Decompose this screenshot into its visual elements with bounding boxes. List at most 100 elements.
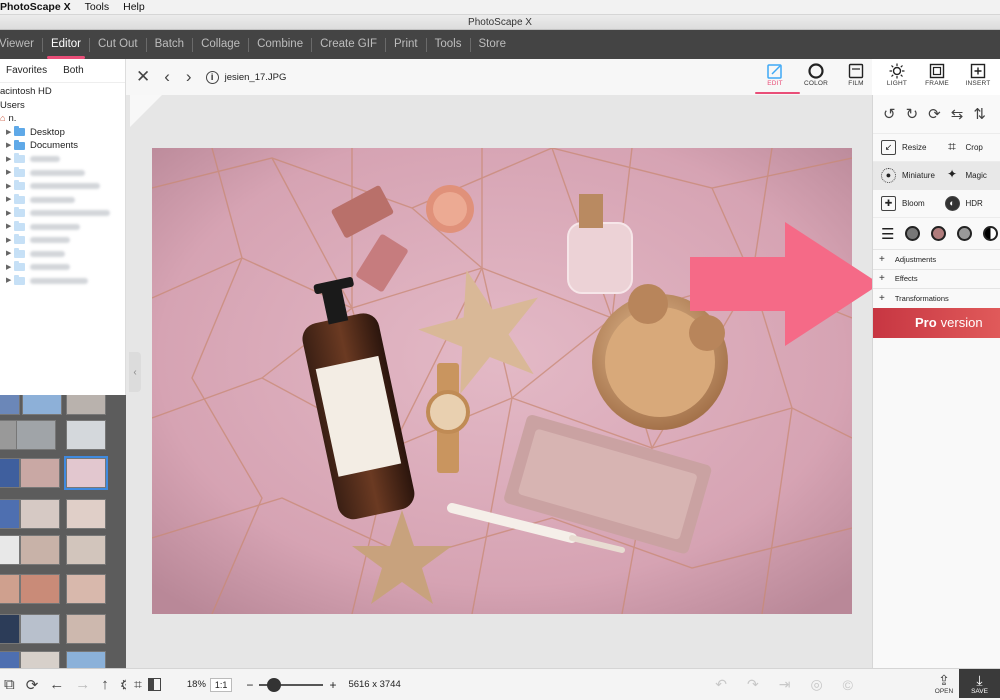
save-button[interactable]: ⤓ SAVE xyxy=(959,669,1000,698)
tab-favorites[interactable]: Favorites xyxy=(6,65,47,82)
photo-thumbnail[interactable] xyxy=(20,651,60,668)
menu-app-name[interactable]: PhotoScape X xyxy=(0,1,71,13)
section-effects[interactable]: + Effects xyxy=(873,268,1000,289)
tab-create-gif[interactable]: Create GIF xyxy=(312,30,385,59)
tab-both[interactable]: Both xyxy=(63,65,84,82)
forward-arrow-icon[interactable]: → xyxy=(75,676,90,693)
compare-original-icon[interactable]: © xyxy=(843,677,853,693)
tree-item-users[interactable]: Users xyxy=(0,99,125,113)
list-icon[interactable]: ☰ xyxy=(881,225,894,243)
tab-print[interactable]: Print xyxy=(386,30,426,59)
refresh-icon[interactable]: ⟳ xyxy=(26,676,39,694)
tree-item-redacted[interactable]: ▶ xyxy=(0,234,125,248)
next-icon[interactable]: › xyxy=(186,67,192,87)
info-icon[interactable]: i xyxy=(205,70,219,84)
filter-preset-icon[interactable] xyxy=(931,226,947,241)
tool-insert[interactable]: INSERT xyxy=(956,62,1000,95)
tree-item-redacted[interactable]: ▶ xyxy=(0,166,125,180)
previous-icon[interactable]: ‹ xyxy=(164,67,170,87)
menu-tools[interactable]: Tools xyxy=(85,1,110,13)
tree-item-macintosh-hd[interactable]: acintosh HD xyxy=(0,85,125,99)
section-adjustments[interactable]: + Adjustments xyxy=(873,249,1000,269)
rotate-right-icon[interactable]: ↻ xyxy=(906,105,919,133)
open-button[interactable]: ⇪ OPEN xyxy=(930,672,958,695)
photo-thumbnail[interactable] xyxy=(0,499,20,529)
zoom-slider-knob[interactable] xyxy=(267,677,282,692)
tree-item-redacted[interactable]: ▶ xyxy=(0,220,125,234)
filter-preset-icon[interactable] xyxy=(905,226,921,241)
tree-item-redacted[interactable]: ▶ xyxy=(0,180,125,194)
tool-edit[interactable]: EDIT xyxy=(753,62,797,95)
photo-thumbnail[interactable] xyxy=(66,535,106,565)
filter-preset-icon[interactable] xyxy=(983,226,999,241)
photo-thumbnail[interactable] xyxy=(20,499,60,529)
photo-thumbnail[interactable] xyxy=(20,458,60,488)
chevron-right-icon[interactable]: ▶ xyxy=(6,126,14,140)
tool-color[interactable]: COLOR xyxy=(794,62,838,95)
revert-icon[interactable]: ◎ xyxy=(810,676,822,693)
tree-item-redacted[interactable]: ▶ xyxy=(0,207,125,221)
undo-icon[interactable]: ↶ xyxy=(715,676,727,693)
tab-combine[interactable]: Combine xyxy=(249,30,311,59)
tool-film[interactable]: FILM xyxy=(834,62,878,95)
photo-thumbnail[interactable] xyxy=(66,614,106,644)
section-transformations[interactable]: + Transformations xyxy=(873,288,1000,308)
tab-store[interactable]: Store xyxy=(471,30,515,59)
grid-icon[interactable]: ⌗ xyxy=(134,676,142,693)
flip-horizontal-icon[interactable]: ⇆ xyxy=(951,105,964,133)
photo-thumbnail-selected[interactable] xyxy=(64,456,108,490)
photo-thumbnail[interactable] xyxy=(0,458,20,488)
photo-thumbnail[interactable] xyxy=(20,574,60,604)
photo-thumbnail[interactable] xyxy=(0,574,20,604)
up-arrow-icon[interactable]: ↑ xyxy=(101,676,109,693)
flip-vertical-icon[interactable]: ⇅ xyxy=(973,105,986,133)
magic-button[interactable]: ✦ Magic xyxy=(936,161,1000,190)
zoom-out-button[interactable]: − xyxy=(246,678,253,692)
photo-thumbnail[interactable] xyxy=(0,395,20,415)
photo-thumbnail[interactable] xyxy=(22,395,62,415)
redo-all-icon[interactable]: ⇥ xyxy=(779,676,791,693)
tab-viewer[interactable]: Viewer xyxy=(0,30,42,59)
tool-frame[interactable]: FRAME xyxy=(915,62,959,95)
photo-thumbnail[interactable] xyxy=(66,420,106,450)
tab-editor[interactable]: Editor xyxy=(43,30,89,59)
tool-light[interactable]: LIGHT xyxy=(875,62,919,95)
photo-thumbnail[interactable] xyxy=(0,651,20,668)
pro-version-banner[interactable]: Pro version xyxy=(873,307,1000,338)
actual-size-button[interactable]: 1:1 xyxy=(209,677,233,692)
redo-icon[interactable]: ↷ xyxy=(747,676,759,693)
compare-icon[interactable] xyxy=(147,678,161,691)
photo-thumbnail[interactable] xyxy=(20,535,60,565)
chevron-right-icon[interactable]: ▶ xyxy=(6,139,14,153)
tree-item-redacted[interactable]: ▶ xyxy=(0,274,125,288)
tab-collage[interactable]: Collage xyxy=(193,30,248,59)
tree-item-redacted[interactable]: ▶ xyxy=(0,193,125,207)
crop-button[interactable]: ⌗ Crop xyxy=(937,139,1000,155)
miniature-button[interactable]: ● Miniature xyxy=(873,161,937,190)
zoom-in-button[interactable]: + xyxy=(329,678,336,692)
zoom-slider[interactable] xyxy=(259,677,324,692)
copy-icon[interactable]: ⧉ xyxy=(4,676,15,693)
tree-item-redacted[interactable]: ▶ xyxy=(0,247,125,261)
rotate-left-icon[interactable]: ↺ xyxy=(883,105,896,133)
tab-batch[interactable]: Batch xyxy=(147,30,192,59)
tab-tools[interactable]: Tools xyxy=(427,30,470,59)
bloom-button[interactable]: ✚ Bloom xyxy=(873,196,937,211)
tree-item-home[interactable]: ⌂ n. xyxy=(0,112,125,126)
photo-thumbnail[interactable] xyxy=(66,395,106,415)
tree-item-documents[interactable]: ▶ Documents xyxy=(0,139,125,153)
tree-item-redacted[interactable]: ▶ xyxy=(0,153,125,167)
photo-thumbnail[interactable] xyxy=(66,574,106,604)
rotate-free-icon[interactable]: ⟳ xyxy=(928,105,941,133)
filter-preset-icon[interactable] xyxy=(957,226,973,241)
tab-cut-out[interactable]: Cut Out xyxy=(90,30,146,59)
photo-thumbnail[interactable] xyxy=(16,420,56,450)
photo-thumbnail[interactable] xyxy=(20,614,60,644)
photo-thumbnail[interactable] xyxy=(0,614,20,644)
resize-button[interactable]: ↙ Resize xyxy=(873,140,937,155)
photo-thumbnail[interactable] xyxy=(0,535,20,565)
collapse-sidebar-handle[interactable]: ‹ xyxy=(129,352,141,392)
hdr-button[interactable]: ◐ HDR xyxy=(937,196,1000,211)
tree-item-desktop[interactable]: ▶ Desktop xyxy=(0,126,125,140)
tree-item-redacted[interactable]: ▶ xyxy=(0,261,125,275)
